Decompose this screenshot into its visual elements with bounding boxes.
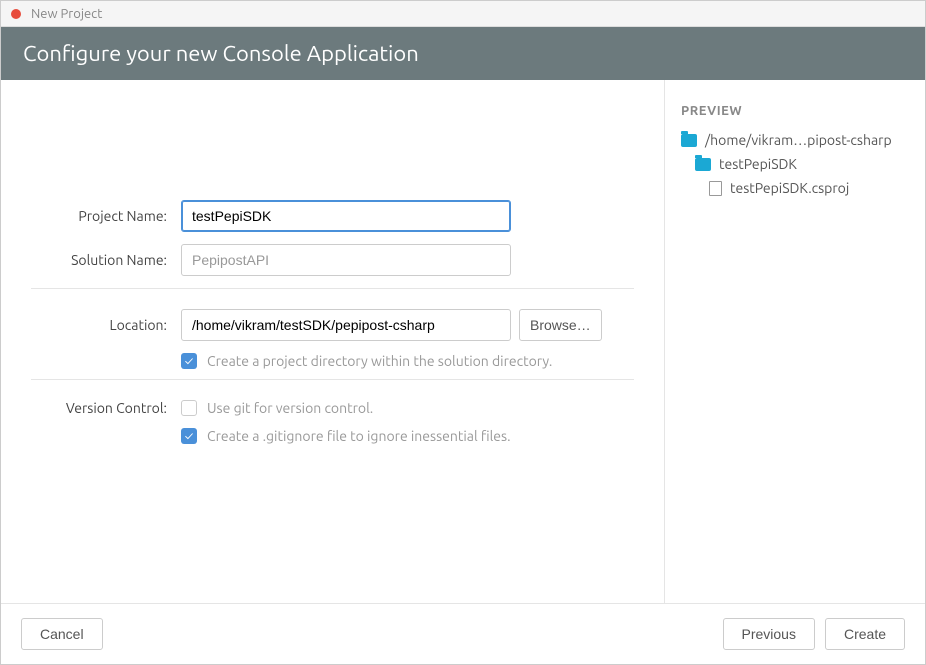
project-name-label: Project Name: (31, 208, 181, 224)
divider (31, 379, 634, 380)
location-row: Location: Browse… (31, 309, 634, 341)
create-directory-checkbox[interactable]: ✓ (181, 353, 197, 369)
previous-button[interactable]: Previous (723, 618, 815, 650)
browse-button[interactable]: Browse… (519, 309, 602, 341)
folder-icon (681, 134, 697, 147)
gitignore-checkbox[interactable]: ✓ (181, 428, 197, 444)
gitignore-row[interactable]: ✓ Create a .gitignore file to ignore ine… (181, 428, 634, 444)
dialog-title: Configure your new Console Application (23, 41, 419, 66)
tree-project: testPepiSDK (681, 156, 909, 172)
close-icon[interactable] (11, 9, 21, 19)
folder-icon (695, 158, 711, 171)
solution-name-label: Solution Name: (31, 252, 181, 268)
use-git-checkbox[interactable] (181, 400, 197, 416)
preview-panel: PREVIEW /home/vikram…pipost-csharp testP… (665, 80, 925, 603)
form-area: Project Name: Solution Name: Location: B… (1, 80, 665, 603)
create-directory-label: Create a project directory within the so… (207, 353, 552, 369)
window-title: New Project (31, 7, 102, 21)
new-project-dialog: New Project Configure your new Console A… (0, 0, 926, 665)
dialog-footer: Cancel Previous Create (1, 603, 925, 664)
project-name-row: Project Name: (31, 200, 634, 232)
divider (31, 288, 634, 289)
solution-name-input[interactable] (181, 244, 511, 276)
location-label: Location: (31, 317, 181, 333)
version-control-label: Version Control: (31, 400, 181, 416)
cancel-button[interactable]: Cancel (21, 618, 103, 650)
window-titlebar[interactable]: New Project (1, 1, 925, 27)
location-input[interactable] (181, 309, 511, 341)
preview-title: PREVIEW (681, 104, 909, 118)
tree-file: testPepiSDK.csproj (681, 180, 909, 196)
solution-name-row: Solution Name: (31, 244, 634, 276)
version-control-row: Version Control: Use git for version con… (31, 400, 634, 416)
tree-root-label: /home/vikram…pipost-csharp (705, 132, 892, 148)
project-name-input[interactable] (181, 200, 511, 232)
create-directory-row[interactable]: ✓ Create a project directory within the … (181, 353, 634, 369)
gitignore-label: Create a .gitignore file to ignore iness… (207, 428, 511, 444)
dialog-content: Project Name: Solution Name: Location: B… (1, 80, 925, 603)
dialog-header: Configure your new Console Application (1, 27, 925, 80)
create-button[interactable]: Create (825, 618, 905, 650)
tree-file-label: testPepiSDK.csproj (730, 180, 849, 196)
file-icon (709, 181, 722, 196)
use-git-label: Use git for version control. (207, 400, 373, 416)
tree-project-label: testPepiSDK (719, 156, 797, 172)
tree-root: /home/vikram…pipost-csharp (681, 132, 909, 148)
